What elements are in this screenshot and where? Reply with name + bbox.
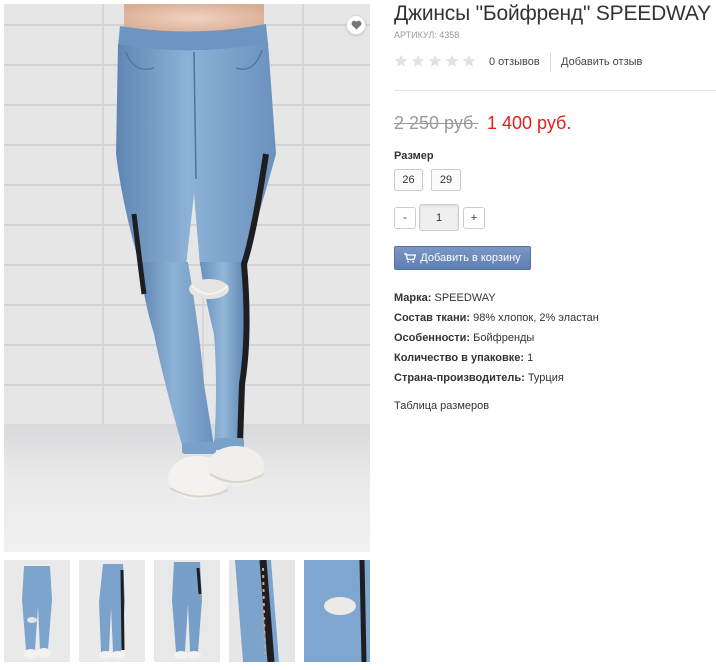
size-option-26[interactable]: 26 [394,169,423,191]
review-divider [550,52,551,72]
thumbnail-2[interactable] [79,560,145,662]
thumbnail-strip [4,560,374,662]
spec-label: Особенности: [394,332,471,344]
size-label: Размер [394,150,434,162]
spec-label: Марка: [394,292,432,304]
thumbnail-jeans-back-icon [154,560,220,662]
spec-fabric: Состав ткани: 98% хлопок, 2% эластан [394,312,599,324]
size-option-29[interactable]: 29 [431,169,461,191]
section-divider [394,90,716,91]
jeans-illustration [116,4,276,500]
spec-value: SPEEDWAY [434,292,496,304]
product-title: Джинсы "Бойфренд" SPEEDWAY [394,2,711,25]
shopping-cart-icon [404,253,417,263]
quantity-decrease-button[interactable]: - [394,207,416,229]
heart-icon [351,20,361,30]
old-price: 2 250 руб. [394,113,479,133]
thumbnail-jeans-front-icon [4,560,70,662]
star-icon[interactable] [462,54,476,68]
rating-stars[interactable] [394,54,476,68]
thumbnail-1[interactable] [4,560,70,662]
star-icon[interactable] [445,54,459,68]
spec-value: Бойфренды [473,332,535,344]
spec-value: Турция [527,372,564,384]
thumbnail-3[interactable] [154,560,220,662]
spec-country: Страна-производитель: Турция [394,372,564,384]
main-product-photo[interactable] [4,4,370,552]
star-icon[interactable] [428,54,442,68]
star-icon[interactable] [394,54,408,68]
size-table-link[interactable]: Таблица размеров [394,400,489,412]
add-review-link[interactable]: Добавить отзыв [561,56,642,68]
spec-pack-quantity: Количество в упаковке: 1 [394,352,533,364]
quantity-input[interactable] [419,204,459,231]
add-to-cart-label: Добавить в корзину [420,252,521,264]
spec-label: Состав ткани: [394,312,471,324]
thumbnail-4[interactable] [229,560,295,662]
quantity-increase-button[interactable]: + [463,207,485,229]
thumbnail-jeans-side-icon [79,560,145,662]
spec-value: 98% хлопок, 2% эластан [473,312,599,324]
thumbnail-5[interactable] [304,560,370,662]
product-sku: АРТИКУЛ: 4358 [394,30,460,40]
review-count-link[interactable]: 0 отзывов [489,56,540,68]
wishlist-button[interactable] [346,15,366,35]
star-icon[interactable] [411,54,425,68]
current-price: 1 400 руб. [487,113,572,133]
add-to-cart-button[interactable]: Добавить в корзину [394,246,531,270]
spec-brand: Марка: SPEEDWAY [394,292,496,304]
spec-value: 1 [527,352,534,364]
spec-label: Количество в упаковке: [394,352,524,364]
spec-features: Особенности: Бойфренды [394,332,534,344]
thumbnail-knee-rip-icon [304,560,370,662]
spec-label: Страна-производитель: [394,372,525,384]
thumbnail-stripe-detail-icon [229,560,295,662]
